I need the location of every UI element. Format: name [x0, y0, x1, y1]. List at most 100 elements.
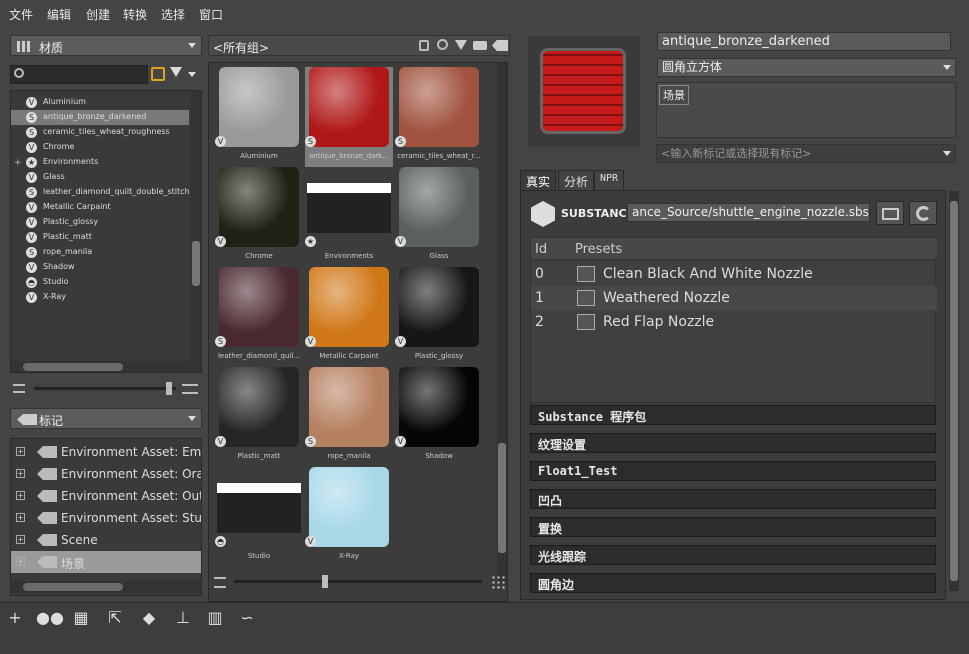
preset-row[interactable]: 0 Clean Black And White Nozzle [531, 262, 937, 286]
material-search-input[interactable] [10, 65, 148, 84]
material-list-vscroll[interactable] [191, 91, 201, 361]
tags-box[interactable]: 场景 [656, 82, 956, 138]
preset-row[interactable]: 1 Weathered Nozzle [531, 286, 937, 310]
material-list-item[interactable]: V Plastic_glossy [11, 215, 189, 230]
material-name-field[interactable]: antique_bronze_darkened [657, 32, 951, 51]
material-list-item[interactable]: V X-Ray [11, 290, 189, 305]
material-list-item[interactable]: Sceramic_tiles_wheat_roughness [11, 125, 189, 140]
material-list-item[interactable]: V Aluminium [11, 95, 189, 110]
tag-list-item[interactable]: + Environment Asset: Oran [11, 463, 201, 485]
material-thumbnail[interactable]: ★ Environments [305, 167, 393, 267]
grid-view-icon[interactable] [491, 575, 505, 589]
grid-vscroll[interactable] [497, 63, 507, 583]
cleanup-icon[interactable]: ⊥ [170, 608, 196, 630]
material-list-item[interactable]: V Plastic_matt [11, 230, 189, 245]
tag-list-item[interactable]: + Environment Asset: Empt [11, 441, 201, 463]
expand-icon[interactable]: + [16, 469, 25, 478]
collapsible-section[interactable]: 圆角边 [530, 573, 936, 593]
tag-category-dropdown[interactable]: 标记 [10, 408, 202, 429]
collapsible-section[interactable]: Substance 程序包 [530, 405, 936, 425]
tag-input[interactable]: <输入新标记或选择现有标记> [656, 144, 956, 163]
list-view-icon[interactable] [214, 577, 226, 588]
shape-dropdown[interactable]: 圆角立方体 [657, 58, 956, 77]
graph-icon[interactable]: ◆ [136, 608, 162, 630]
expand-icon[interactable]: + [16, 557, 25, 566]
lock-icon[interactable] [419, 40, 429, 51]
tab-realistic[interactable]: 真实 [520, 170, 557, 190]
material-thumbnail[interactable]: ◓ Studio [215, 467, 303, 567]
reload-button[interactable] [909, 201, 937, 225]
tag-list-hscroll[interactable] [11, 581, 201, 593]
group-dropdown[interactable]: <所有组> [208, 35, 510, 56]
duplicate-icon[interactable]: ●● [36, 608, 64, 630]
menu-file[interactable]: 文件 [9, 6, 33, 23]
expand-icon[interactable]: + [16, 513, 25, 522]
tag-filter-icon[interactable] [473, 41, 487, 50]
select-objects-icon[interactable]: ⇱ [102, 608, 128, 630]
add-icon[interactable]: + [2, 608, 28, 630]
material-list-item[interactable]: Srope_manila [11, 245, 189, 260]
list-view-icon[interactable] [13, 384, 25, 393]
tree-view-icon[interactable] [151, 67, 165, 81]
filter-dropdown-icon[interactable] [188, 72, 196, 77]
collapsible-section[interactable]: 光线跟踪 [530, 545, 936, 565]
material-thumbnail[interactable]: Sleather_diamond_quil... [215, 267, 303, 367]
material-thumbnail[interactable]: V X-Ray [305, 467, 393, 567]
tag-list-item[interactable]: + Environment Asset: Outd [11, 485, 201, 507]
material-list-item[interactable]: V Glass [11, 170, 189, 185]
material-list-item[interactable]: V Metallic Carpaint [11, 200, 189, 215]
preset-row[interactable]: 2 Red Flap Nozzle [531, 310, 937, 334]
material-list-item[interactable]: ◓ Studio [11, 275, 189, 290]
material-thumbnail[interactable]: V Metallic Carpaint [305, 267, 393, 367]
assign-to-selection-icon[interactable]: ▦ [68, 608, 94, 630]
material-thumbnail[interactable]: V Aluminium [215, 67, 303, 167]
material-list-hscroll[interactable] [11, 361, 201, 372]
tag-list-item[interactable]: + 场景 [11, 551, 201, 573]
material-thumbnail[interactable]: Srope_manila [305, 367, 393, 467]
filter-icon[interactable] [455, 40, 467, 50]
menu-edit[interactable]: 编辑 [47, 6, 71, 23]
editor-vscroll[interactable] [949, 191, 959, 591]
collapsible-section[interactable]: 置换 [530, 517, 936, 537]
detail-view-icon[interactable] [182, 384, 198, 394]
collapsible-section[interactable]: 纹理设置 [530, 433, 936, 453]
material-list-item[interactable]: + ★ Environments [11, 155, 189, 170]
sbsar-path-field[interactable]: ance_Source/shuttle_engine_nozzle.sbsar [627, 203, 870, 222]
expand-icon[interactable]: + [16, 535, 25, 544]
presets-table: Id Presets 0 Clean Black And White Nozzle… [530, 237, 937, 403]
menu-select[interactable]: 选择 [161, 6, 185, 23]
material-list-item[interactable]: V Chrome [11, 140, 189, 155]
material-thumbnail[interactable]: V Shadow [395, 367, 483, 467]
material-list-item[interactable]: Santique_bronze_darkened [11, 110, 189, 125]
size-slider[interactable] [34, 382, 176, 395]
material-thumbnail[interactable]: V Glass [395, 167, 483, 267]
material-category-dropdown[interactable]: 材质 [10, 35, 202, 56]
material-thumbnail[interactable]: V Plastic_glossy [395, 267, 483, 367]
tag-list-item[interactable]: + Scene [11, 529, 201, 551]
tag-icon[interactable] [492, 40, 508, 51]
expand-icon[interactable]: + [14, 158, 22, 168]
thumbnail-size-slider[interactable] [234, 575, 482, 588]
expand-icon[interactable]: + [16, 491, 25, 500]
search-icon[interactable] [437, 39, 448, 50]
material-thumbnail[interactable]: Santique_bronze_dark... [305, 67, 393, 167]
material-thumbnail[interactable]: V Plastic_matt [215, 367, 303, 467]
trash-icon[interactable]: ▥ [202, 608, 228, 630]
menu-convert[interactable]: 转换 [123, 6, 147, 23]
open-folder-button[interactable] [876, 201, 904, 225]
material-thumbnail[interactable]: Sceramic_tiles_wheat_r... [395, 67, 483, 167]
tab-npr[interactable]: NPR [594, 170, 625, 190]
tag-list-item[interactable]: + Environment Asset: Studi [11, 507, 201, 529]
menu-create[interactable]: 创建 [86, 6, 110, 23]
tab-analysis[interactable]: 分析 [558, 170, 595, 190]
material-list-item[interactable]: Sleather_diamond_quilt_double_stitch [11, 185, 189, 200]
menu-window[interactable]: 窗口 [199, 6, 223, 23]
link-nodes-icon[interactable]: ∽ [234, 608, 260, 630]
material-list-item[interactable]: V Shadow [11, 260, 189, 275]
collapsible-section[interactable]: 凹凸 [530, 489, 936, 509]
tag-chip[interactable]: 场景 [659, 85, 689, 105]
filter-icon[interactable] [170, 67, 182, 77]
collapsible-section[interactable]: Float1_Test [530, 461, 936, 481]
expand-icon[interactable]: + [16, 447, 25, 456]
material-thumbnail[interactable]: V Chrome [215, 167, 303, 267]
